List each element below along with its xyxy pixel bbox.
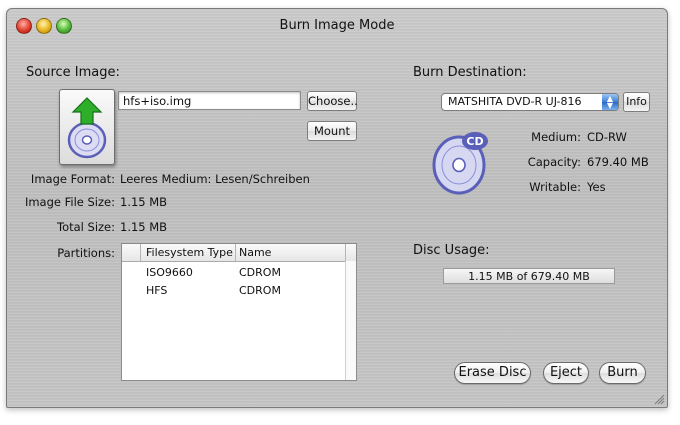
- title-bar: Burn Image Mode: [7, 9, 667, 43]
- disc-image-icon: [67, 97, 107, 159]
- writable-value: Yes: [587, 180, 606, 194]
- resize-grip-icon[interactable]: [653, 393, 665, 405]
- column-header-filesystem[interactable]: Filesystem Type: [146, 246, 233, 259]
- cd-badge-text: CD: [466, 135, 483, 148]
- burn-destination-heading: Burn Destination:: [413, 65, 527, 80]
- row-name: CDROM: [239, 284, 281, 297]
- disc-usage-bar: 1.15 MB of 679.40 MB: [443, 268, 615, 284]
- disc-usage-heading: Disc Usage:: [413, 243, 490, 258]
- source-file-field[interactable]: hfs+iso.img: [118, 91, 301, 110]
- partitions-table[interactable]: Filesystem Type Name ISO9660 CDROM HFS C…: [121, 243, 357, 381]
- row-filesystem: ISO9660: [146, 266, 193, 279]
- eject-button[interactable]: Eject: [543, 362, 589, 384]
- drive-select-value: MATSHITA DVD-R UJ-816: [448, 95, 582, 108]
- image-format-label: Image Format:: [30, 172, 115, 186]
- capacity-value: 679.40 MB: [587, 155, 649, 169]
- medium-label: Medium:: [531, 130, 581, 144]
- total-size-label: Total Size:: [57, 220, 115, 234]
- total-size-value: 1.15 MB: [120, 220, 168, 234]
- image-format-value: Leeres Medium: Lesen/Schreiben: [120, 172, 310, 186]
- burn-button[interactable]: Burn: [599, 362, 646, 384]
- choose-button[interactable]: Choose..: [307, 91, 358, 111]
- image-file-size-label: Image File Size:: [24, 195, 115, 209]
- column-header-name[interactable]: Name: [239, 246, 271, 259]
- partitions-label: Partitions:: [57, 246, 115, 260]
- medium-value: CD-RW: [587, 130, 627, 144]
- drive-select[interactable]: MATSHITA DVD-R UJ-816 ▲ ▼: [441, 93, 619, 111]
- info-button[interactable]: Info: [623, 92, 650, 112]
- window-title: Burn Image Mode: [279, 18, 395, 33]
- burn-image-window: Burn Image Mode Source Image: hfs+iso.im…: [6, 8, 668, 408]
- row-name: CDROM: [239, 266, 281, 279]
- table-scrollbar[interactable]: [345, 261, 356, 380]
- cd-disc-icon: CD: [432, 132, 488, 195]
- source-image-icon[interactable]: [59, 89, 115, 165]
- row-filesystem: HFS: [146, 284, 168, 297]
- source-image-heading: Source Image:: [26, 65, 120, 80]
- table-header: Filesystem Type Name: [122, 244, 356, 262]
- mount-button[interactable]: Mount: [307, 121, 357, 141]
- capacity-label: Capacity:: [527, 155, 581, 169]
- updown-arrows-icon: ▲ ▼: [602, 94, 618, 110]
- writable-label: Writable:: [529, 180, 581, 194]
- image-file-size-value: 1.15 MB: [120, 195, 168, 209]
- erase-disc-button[interactable]: Erase Disc: [454, 362, 531, 384]
